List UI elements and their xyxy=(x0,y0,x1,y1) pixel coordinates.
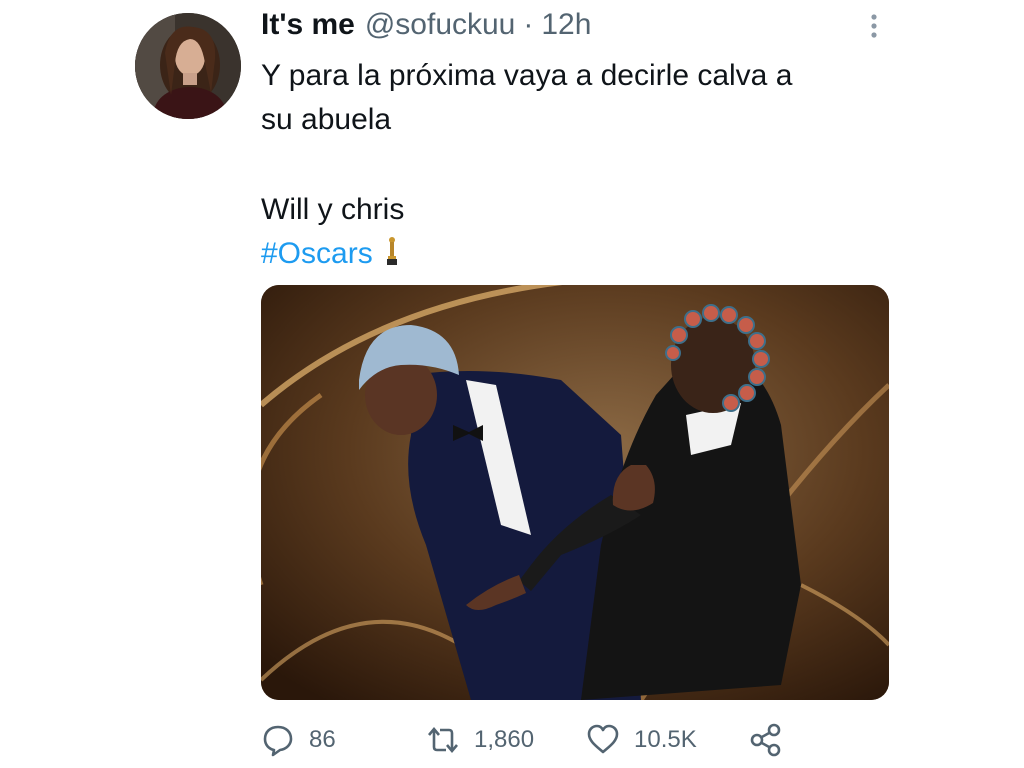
like-button[interactable]: 10.5K xyxy=(586,720,697,760)
display-name[interactable]: It's me xyxy=(261,8,355,42)
separator-dot: · xyxy=(523,8,534,41)
user-handle[interactable]: @sofuckuu xyxy=(365,8,516,42)
share-button[interactable] xyxy=(749,720,783,760)
tweet-actions: 86 1,860 10.5K xyxy=(261,720,901,760)
tweet-text-line: Will y chris xyxy=(261,193,405,226)
share-icon xyxy=(749,723,783,757)
reply-count: 86 xyxy=(309,726,336,753)
hashtag-line: #Oscars xyxy=(261,232,901,276)
tweet: It's me @sofuckuu · 12h Y para la próxim… xyxy=(0,0,1024,768)
tweet-header: It's me @sofuckuu · 12h xyxy=(261,8,591,42)
tweet-media-image[interactable] xyxy=(261,285,889,700)
timestamp[interactable]: 12h xyxy=(541,8,591,42)
oscar-trophy-emoji xyxy=(385,235,399,279)
avatar[interactable] xyxy=(135,13,241,119)
tweet-text: Y para la próxima vaya a decirle calva a… xyxy=(261,54,901,276)
retweet-count: 1,860 xyxy=(474,726,535,753)
retweet-button[interactable]: 1,860 xyxy=(426,720,534,760)
hashtag-link[interactable]: #Oscars xyxy=(261,237,373,270)
tweet-text-line: Y para la próxima vaya a decirle calva a xyxy=(261,59,793,92)
retweet-icon xyxy=(426,723,460,757)
tweet-text-line: su abuela xyxy=(261,103,392,136)
more-icon[interactable] xyxy=(862,12,886,42)
like-icon xyxy=(586,723,620,757)
like-count: 10.5K xyxy=(634,726,697,753)
reply-button[interactable]: 86 xyxy=(261,720,336,760)
reply-icon xyxy=(261,723,295,757)
